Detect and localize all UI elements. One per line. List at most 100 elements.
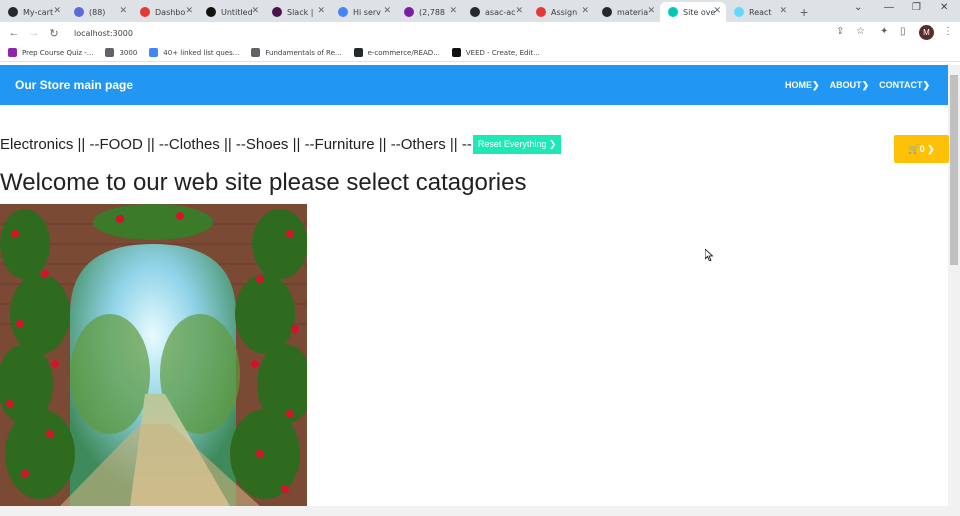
tab-favicon-icon (8, 7, 18, 17)
minimize-icon[interactable]: — (884, 2, 894, 13)
browser-tab[interactable]: (2,788 ✕ (396, 2, 462, 22)
top-navbar: Our Store main page HOME❯ ABOUT❯ CONTACT… (0, 65, 948, 105)
scrollbar-thumb[interactable] (950, 75, 958, 265)
reload-icon[interactable]: ↻ (44, 27, 64, 40)
browser-tab[interactable]: Hi serv ✕ (330, 2, 396, 22)
tab-favicon-icon (272, 7, 282, 17)
bookmark-item[interactable]: 3000 (105, 48, 137, 57)
bookmark-star-icon[interactable]: ☆ (856, 26, 865, 37)
horizontal-scrollbar[interactable] (0, 506, 948, 516)
tab-favicon-icon (404, 7, 414, 17)
bookmark-icon (451, 48, 461, 57)
tab-close-icon[interactable]: ✕ (779, 6, 787, 16)
tab-label: Hi serv (353, 7, 381, 17)
bookmark-icon (149, 48, 159, 57)
tab-strip: My-cart ✕ (88) ✕ Dashbo ✕ Untitled ✕ Slack | ✕ Hi … (0, 2, 792, 22)
tab-close-icon[interactable]: ✕ (53, 6, 61, 16)
tab-close-icon[interactable]: ✕ (449, 6, 457, 16)
bookmark-label: 40+ linked list ques... (163, 48, 240, 57)
garden-archway-image (0, 204, 307, 506)
browser-tab[interactable]: Dashbo ✕ (132, 2, 198, 22)
nav-link-about[interactable]: ABOUT❯ (830, 80, 870, 91)
category-bar: Electronics || --FOOD || --Clothes || --… (0, 135, 562, 154)
browser-tab[interactable]: materia ✕ (594, 2, 660, 22)
tab-label: My-cart (23, 7, 54, 17)
bookmark-item[interactable]: Prep Course Quiz -... (8, 48, 93, 57)
tab-label: Slack | (287, 7, 314, 17)
bookmarks-bar: Prep Course Quiz -... 3000 40+ linked list… (0, 44, 960, 62)
cart-button[interactable]: 🛒0 ❯ (894, 135, 949, 163)
new-tab-button[interactable]: + (800, 2, 808, 22)
browser-tab[interactable]: (88) ✕ (66, 2, 132, 22)
tab-favicon-icon (206, 7, 216, 17)
tab-close-icon[interactable]: ✕ (581, 6, 589, 16)
tab-close-icon[interactable]: ✕ (317, 6, 325, 16)
tab-label: Site ove (683, 7, 716, 17)
tab-label: asac-ac (485, 7, 516, 17)
bookmark-icon (353, 48, 363, 57)
browser-tab[interactable]: Site ove ✕ (660, 2, 726, 22)
tab-label: (88) (89, 7, 106, 17)
browser-tab-bar: My-cart ✕ (88) ✕ Dashbo ✕ Untitled ✕ Slack | ✕ Hi … (0, 0, 960, 22)
url-field[interactable]: localhost:3000 (74, 29, 133, 38)
tab-favicon-icon (470, 7, 480, 17)
bookmark-icon (105, 48, 115, 57)
tab-close-icon[interactable]: ✕ (713, 6, 721, 16)
browser-tab[interactable]: Assign ✕ (528, 2, 594, 22)
tab-close-icon[interactable]: ✕ (383, 6, 391, 16)
hero-image (0, 204, 307, 506)
browser-tab[interactable]: asac-ac ✕ (462, 2, 528, 22)
tab-close-icon[interactable]: ✕ (251, 6, 259, 16)
category-list[interactable]: Electronics || --FOOD || --Clothes || --… (0, 136, 472, 153)
tab-search-icon[interactable]: ⌄ (854, 2, 862, 13)
bookmark-icon (8, 48, 17, 57)
tab-label: (2,788 (419, 7, 446, 17)
tab-label: materia (617, 7, 649, 17)
nav-links: HOME❯ ABOUT❯ CONTACT❯ (775, 80, 930, 91)
bookmark-icon (251, 48, 261, 57)
menu-icon[interactable]: ⋮ (943, 26, 953, 37)
reset-everything-button[interactable]: Reset Everything ❯ (472, 135, 562, 154)
address-bar-row: ← → ↻ localhost:3000 ⇪ ☆ ✦ ▯ M ⋮ (0, 22, 960, 44)
browser-tab[interactable]: My-cart ✕ (0, 2, 66, 22)
tab-label: React (749, 7, 772, 17)
restore-icon[interactable]: ❐ (912, 2, 921, 13)
bookmark-label: 3000 (119, 48, 138, 57)
tab-close-icon[interactable]: ✕ (647, 6, 655, 16)
bookmark-item[interactable]: VEED - Create, Edit... (451, 48, 540, 57)
tab-favicon-icon (140, 7, 150, 17)
bookmark-item[interactable]: 40+ linked list ques... (149, 48, 239, 57)
tab-favicon-icon (668, 7, 678, 17)
tab-favicon-icon (734, 7, 744, 17)
profile-avatar[interactable]: M (919, 25, 934, 40)
vertical-scrollbar[interactable] (948, 65, 960, 516)
mouse-cursor-icon (705, 249, 713, 261)
tab-favicon-icon (536, 7, 546, 17)
tab-favicon-icon (338, 7, 348, 17)
nav-link-contact[interactable]: CONTACT❯ (879, 80, 930, 91)
back-icon[interactable]: ← (4, 27, 24, 39)
share-icon[interactable]: ⇪ (836, 26, 844, 37)
bookmark-item[interactable]: Fundamentals of Re... (251, 48, 342, 57)
tab-label: Dashbo (155, 7, 186, 17)
browser-tab[interactable]: Slack | ✕ (264, 2, 330, 22)
nav-link-home[interactable]: HOME❯ (785, 80, 820, 91)
tab-close-icon[interactable]: ✕ (515, 6, 523, 16)
tab-close-icon[interactable]: ✕ (185, 6, 193, 16)
browser-tab[interactable]: React ✕ (726, 2, 792, 22)
forward-icon[interactable]: → (24, 27, 44, 39)
welcome-heading: Welcome to our web site please select ca… (0, 169, 527, 196)
bookmark-label: Fundamentals of Re... (265, 48, 342, 57)
tab-close-icon[interactable]: ✕ (119, 6, 127, 16)
page-viewport: Our Store main page HOME❯ ABOUT❯ CONTACT… (0, 63, 960, 516)
tab-label: Untitled (221, 7, 253, 17)
bookmark-item[interactable]: e-commerce/READ... (353, 48, 440, 57)
tab-label: Assign (551, 7, 578, 17)
side-panel-icon[interactable]: ▯ (900, 26, 906, 37)
brand-title[interactable]: Our Store main page (15, 78, 133, 92)
extensions-icon[interactable]: ✦ (880, 26, 888, 37)
browser-tab[interactable]: Untitled ✕ (198, 2, 264, 22)
tab-favicon-icon (602, 7, 612, 17)
close-window-icon[interactable]: ✕ (940, 2, 948, 13)
bookmark-label: VEED - Create, Edit... (465, 48, 540, 57)
